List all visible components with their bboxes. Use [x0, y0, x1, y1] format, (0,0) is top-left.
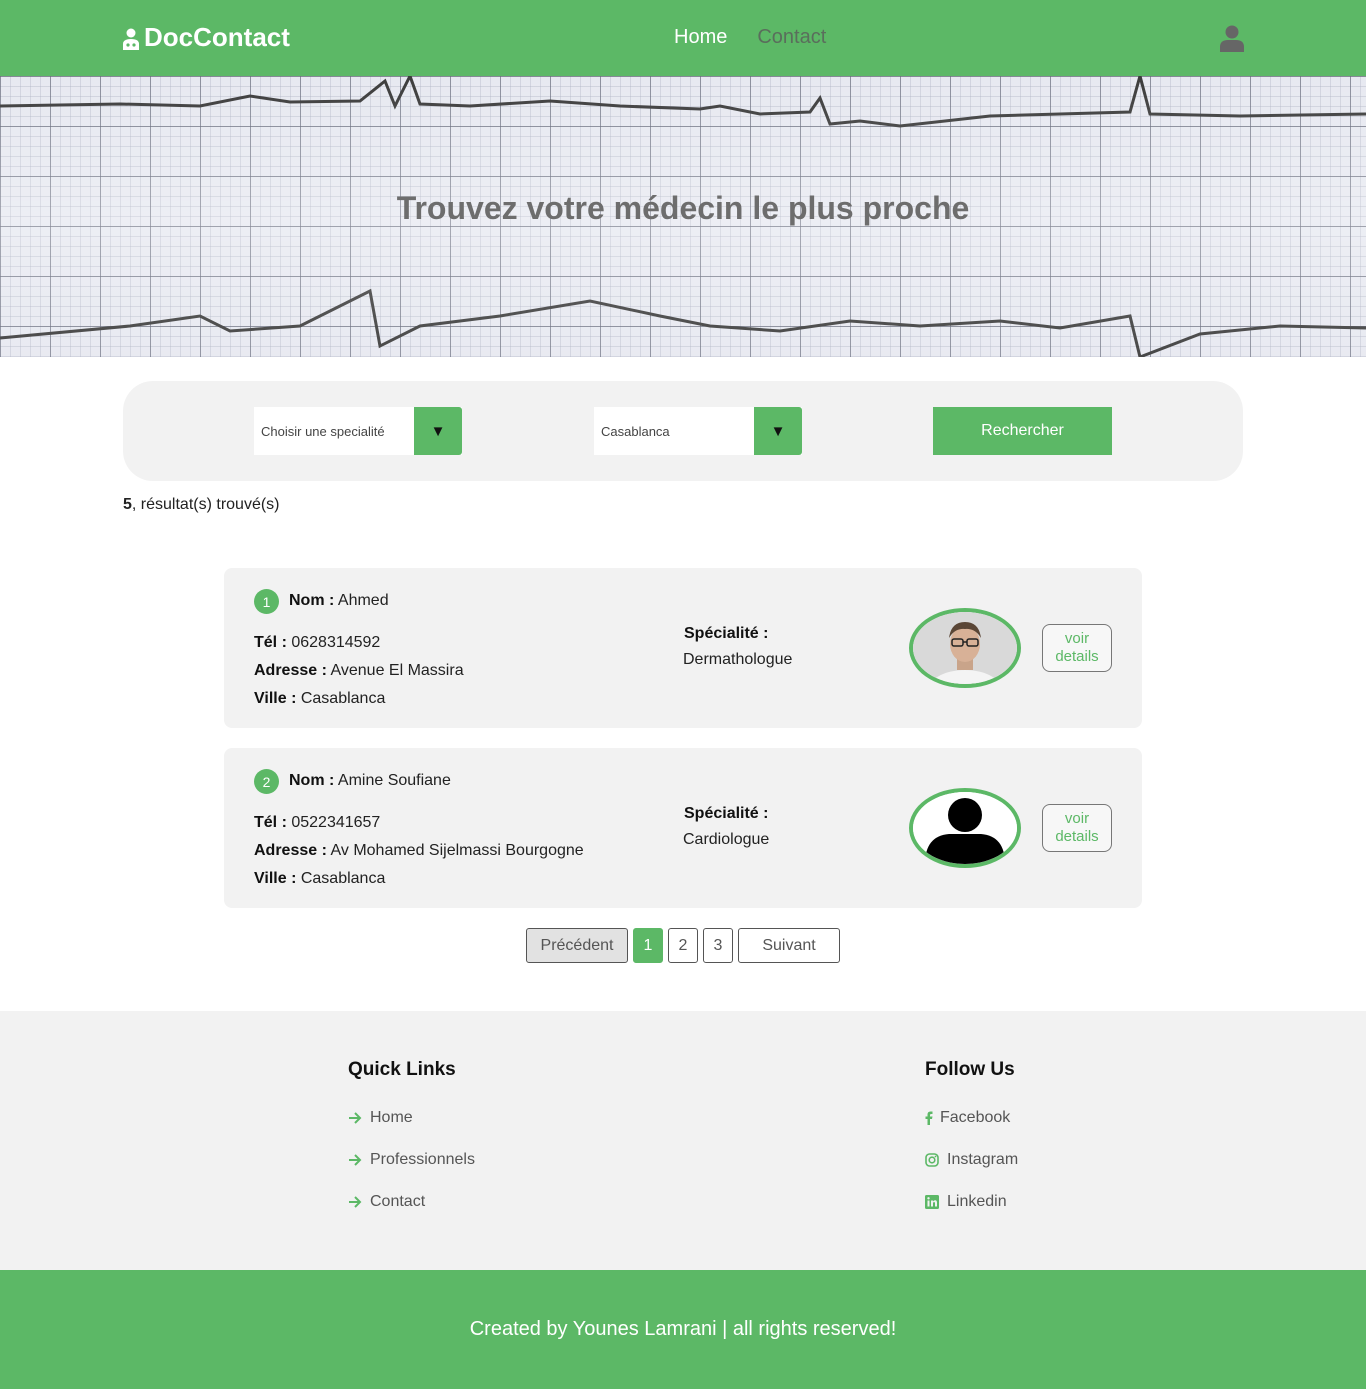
page-1-button[interactable]: 1	[633, 928, 663, 963]
pagination: Précédent 1 2 3 Suivant	[0, 928, 1366, 963]
brand-logo[interactable]: DocContact	[122, 22, 290, 53]
phone-value: 0522341657	[291, 814, 381, 831]
social-link-label: Facebook	[940, 1109, 1011, 1126]
doctor-card: 2 Nom : Amine Soufiane Tél : 0522341657 …	[224, 748, 1142, 908]
address-value: Av Mohamed Sijelmassi Bourgogne	[330, 842, 584, 859]
address-value: Avenue El Massira	[330, 662, 464, 679]
footer-link-professionnels[interactable]: Professionnels	[348, 1151, 475, 1169]
name-value: Ahmed	[337, 592, 389, 609]
facebook-icon	[925, 1111, 933, 1125]
phone-value: 0628314592	[291, 634, 381, 651]
doctor-phone: Tél : 0628314592	[254, 634, 380, 652]
view-details-button[interactable]: voir details	[1042, 624, 1112, 672]
copyright-bar: Created by Younes Lamrani | all rights r…	[0, 1270, 1366, 1389]
hero-banner: Trouvez votre médecin le plus proche	[0, 76, 1366, 357]
footer-link-contact[interactable]: Contact	[348, 1193, 425, 1211]
follow-us-title: Follow Us	[925, 1059, 1015, 1080]
doctor-index-badge: 1	[254, 589, 279, 614]
phone-label: Tél :	[254, 814, 287, 831]
brand-name: DocContact	[144, 22, 290, 52]
arrow-right-icon	[348, 1111, 362, 1125]
footer-link-label: Contact	[370, 1193, 426, 1210]
doctor-name: Nom : Ahmed	[289, 592, 389, 610]
quick-links-title: Quick Links	[348, 1059, 456, 1080]
doctor-photo-avatar	[909, 608, 1021, 688]
speciality-value: Cardiologue	[683, 831, 770, 848]
search-panel: Choisir une specialité ▼ Casablanca ▼ Re…	[123, 381, 1243, 481]
footer: Quick Links Home Professionnels Contact …	[0, 1011, 1366, 1270]
results-count-number: 5	[123, 496, 132, 513]
speciality-label: Spécialité :	[684, 805, 769, 822]
doctor-index-badge: 2	[254, 769, 279, 794]
doctor-card: 1 Nom : Ahmed Tél : 0628314592 Adresse :…	[224, 568, 1142, 728]
city-value: Casablanca	[300, 870, 386, 887]
social-link-linkedin[interactable]: Linkedin	[925, 1193, 1007, 1211]
nav-contact-link[interactable]: Contact	[757, 26, 826, 49]
page-3-button[interactable]: 3	[703, 928, 733, 963]
user-icon[interactable]	[1220, 25, 1244, 52]
doctor-city: Ville : Casablanca	[254, 870, 385, 888]
address-label: Adresse :	[254, 842, 327, 859]
nav-home-link[interactable]: Home	[674, 26, 727, 49]
name-label: Nom :	[289, 592, 335, 609]
speciality-value: Dermathologue	[683, 651, 793, 668]
doctor-address: Adresse : Av Mohamed Sijelmassi Bourgogn…	[254, 842, 584, 860]
city-label: Ville :	[254, 870, 297, 887]
person-photo-icon	[913, 612, 1017, 684]
doctor-address: Adresse : Avenue El Massira	[254, 662, 464, 680]
navbar: DocContact Home Contact	[0, 0, 1366, 76]
speciality-label: Spécialité :	[684, 625, 769, 642]
social-link-label: Linkedin	[947, 1193, 1007, 1210]
social-link-label: Instagram	[947, 1151, 1019, 1168]
name-value: Amine Soufiane	[337, 772, 451, 789]
linkedin-icon	[925, 1195, 939, 1209]
search-button[interactable]: Rechercher	[933, 407, 1112, 455]
footer-link-home[interactable]: Home	[348, 1109, 413, 1127]
person-silhouette-icon	[913, 792, 1017, 864]
view-details-button[interactable]: voir details	[1042, 804, 1112, 852]
caret-down-icon: ▼	[430, 422, 446, 440]
social-link-instagram[interactable]: Instagram	[925, 1151, 1018, 1169]
next-page-button[interactable]: Suivant	[738, 928, 840, 963]
doctor-icon	[123, 28, 139, 50]
caret-down-icon: ▼	[770, 422, 786, 440]
results-count-label: , résultat(s) trouvé(s)	[131, 496, 280, 513]
arrow-right-icon	[348, 1195, 362, 1209]
speciality-dropdown-button[interactable]: ▼	[414, 407, 462, 455]
city-dropdown-button[interactable]: ▼	[754, 407, 802, 455]
hero-title: Trouvez votre médecin le plus proche	[396, 190, 970, 226]
instagram-icon	[925, 1153, 939, 1167]
speciality-select-value: Choisir une specialité	[261, 423, 385, 439]
name-label: Nom :	[289, 772, 335, 789]
city-label: Ville :	[254, 690, 297, 707]
footer-link-label: Home	[370, 1109, 413, 1126]
speciality-select[interactable]: Choisir une specialité ▼	[254, 407, 462, 455]
footer-link-label: Professionnels	[370, 1151, 475, 1168]
previous-page-button[interactable]: Précédent	[526, 928, 628, 963]
doctor-city: Ville : Casablanca	[254, 690, 385, 708]
nav-links: Home Contact	[674, 26, 826, 49]
doctor-phone: Tél : 0522341657	[254, 814, 380, 832]
city-select-value: Casablanca	[601, 423, 670, 439]
doctor-silhouette-avatar	[909, 788, 1021, 868]
results-count: 5, résultat(s) trouvé(s)	[123, 496, 280, 514]
phone-label: Tél :	[254, 634, 287, 651]
copyright-text: Created by Younes Lamrani | all rights r…	[469, 1318, 897, 1340]
doctor-name: Nom : Amine Soufiane	[289, 772, 451, 790]
page-2-button[interactable]: 2	[668, 928, 698, 963]
address-label: Adresse :	[254, 662, 327, 679]
city-value: Casablanca	[300, 690, 386, 707]
city-select[interactable]: Casablanca ▼	[594, 407, 802, 455]
social-link-facebook[interactable]: Facebook	[925, 1109, 1010, 1127]
arrow-right-icon	[348, 1153, 362, 1167]
